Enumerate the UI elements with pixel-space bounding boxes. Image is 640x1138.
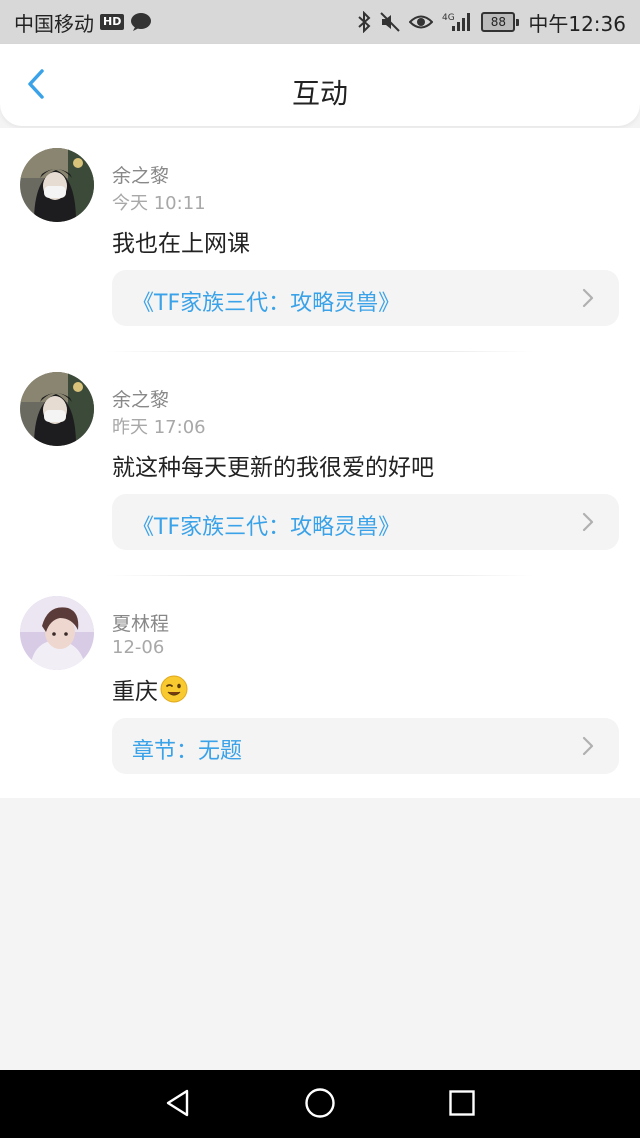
comment-body: 我也在上网课 xyxy=(112,231,250,257)
reference-card[interactable]: 《TF家族三代：攻略灵兽》 xyxy=(112,494,619,550)
timestamp: 12-06 xyxy=(112,637,165,658)
system-home-button[interactable] xyxy=(303,1088,337,1122)
battery-icon: 88 xyxy=(481,12,520,32)
reference-title: 《TF家族三代：攻略灵兽》 xyxy=(132,291,401,316)
hd-badge: HD xyxy=(100,14,125,30)
avatar[interactable] xyxy=(20,148,94,222)
interaction-list: 余之黎 今天 10:11 我也在上网课 《TF家族三代：攻略灵兽》 余之黎 昨天… xyxy=(0,128,640,798)
status-bar: 中国移动 HD 4G 88 中午12:36 xyxy=(0,0,640,44)
list-item: 夏林程 12-06 重庆 章节：无题 xyxy=(0,576,640,798)
avatar[interactable] xyxy=(20,372,94,446)
network-type: 4G xyxy=(442,13,455,23)
winking-face-emoji xyxy=(160,675,188,703)
signal-icon: 4G xyxy=(442,11,472,33)
comment-body: 重庆 xyxy=(112,679,158,705)
list-item: 余之黎 昨天 17:06 就这种每天更新的我很爱的好吧 《TF家族三代：攻略灵兽… xyxy=(0,352,640,576)
clock: 中午12:36 xyxy=(528,11,626,36)
username[interactable]: 夏林程 xyxy=(112,609,169,636)
username[interactable]: 余之黎 xyxy=(112,385,169,412)
reference-title: 章节：无题 xyxy=(132,739,243,764)
nav-header: 互动 xyxy=(0,44,640,126)
battery-level: 88 xyxy=(481,12,516,32)
system-back-button[interactable] xyxy=(161,1088,195,1122)
message-bubble-icon xyxy=(130,12,152,32)
system-recents-button[interactable] xyxy=(445,1088,479,1122)
avatar[interactable] xyxy=(20,596,94,670)
mute-icon xyxy=(380,12,401,32)
home-circle-icon xyxy=(304,1087,336,1123)
comment-text: 就这种每天更新的我很爱的好吧 xyxy=(112,448,434,482)
chevron-right-icon xyxy=(581,512,595,532)
eye-icon xyxy=(409,13,434,31)
comment-text: 重庆 xyxy=(112,672,188,706)
reference-card[interactable]: 章节：无题 xyxy=(112,718,619,774)
recents-square-icon xyxy=(448,1089,476,1121)
reference-title: 《TF家族三代：攻略灵兽》 xyxy=(132,515,401,540)
comment-text: 我也在上网课 xyxy=(112,224,250,258)
chevron-right-icon xyxy=(581,736,595,756)
page-title: 互动 xyxy=(291,77,348,110)
bluetooth-icon xyxy=(357,11,371,33)
back-triangle-icon xyxy=(163,1088,193,1122)
comment-body: 就这种每天更新的我很爱的好吧 xyxy=(112,455,434,481)
timestamp: 今天 10:11 xyxy=(112,193,206,214)
system-nav-bar xyxy=(0,1070,640,1138)
carrier-label: 中国移动 xyxy=(14,11,94,36)
timestamp: 昨天 17:06 xyxy=(112,417,206,438)
list-item: 余之黎 今天 10:11 我也在上网课 《TF家族三代：攻略灵兽》 xyxy=(0,128,640,352)
chevron-right-icon xyxy=(581,288,595,308)
username[interactable]: 余之黎 xyxy=(112,161,169,188)
reference-card[interactable]: 《TF家族三代：攻略灵兽》 xyxy=(112,270,619,326)
